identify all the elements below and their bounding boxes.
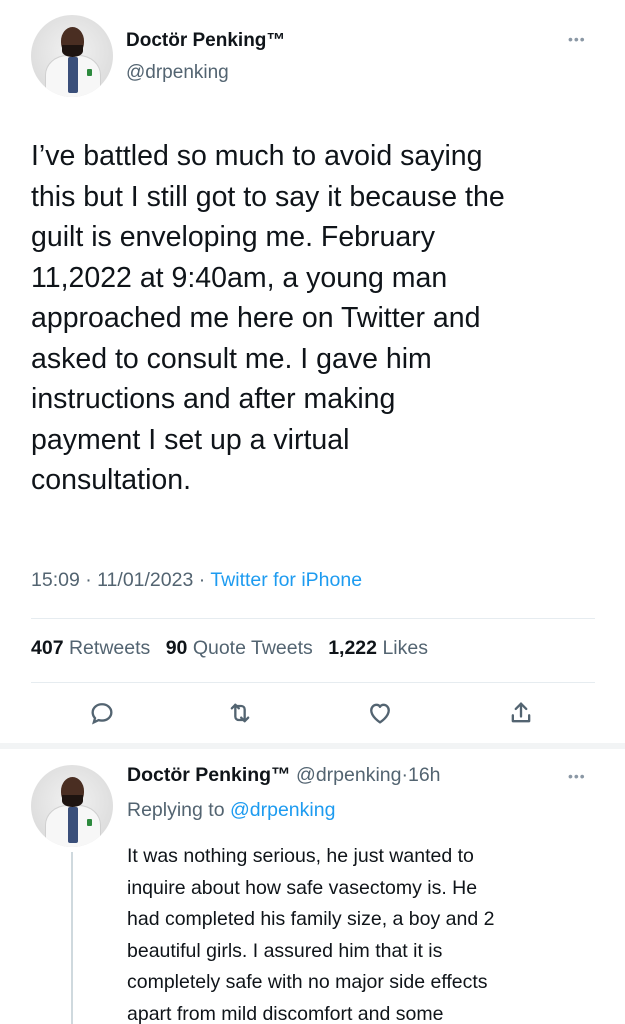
section-separator: [0, 743, 625, 749]
reply-author-avatar[interactable]: [31, 765, 113, 847]
tweet-date: 11/01/2023: [97, 569, 194, 591]
share-icon[interactable]: [507, 699, 535, 727]
reply-more-options-icon[interactable]: •••: [568, 768, 586, 784]
thread-line: [71, 852, 73, 1024]
quote-tweets-stat[interactable]: 90 Quote Tweets: [166, 637, 313, 659]
tweet-stats: 407 Retweets 90 Quote Tweets 1,222 Likes: [31, 637, 438, 660]
reply-icon[interactable]: [88, 699, 116, 727]
tweet-text: I’ve battled so much to avoid saying thi…: [31, 140, 505, 496]
avatar-badge: [87, 819, 92, 826]
author-name[interactable]: Doctör Penking™: [126, 30, 285, 52]
tweet-source-link[interactable]: Twitter for iPhone: [210, 569, 362, 591]
replying-to: Replying to @drpenking: [127, 799, 335, 822]
reply-header: Doctör Penking™ @drpenking·16h: [127, 764, 441, 787]
tweet-meta: 15:09 · 11/01/2023 · Twitter for iPhone: [31, 569, 362, 592]
divider: [31, 682, 595, 683]
replying-label: Replying to: [127, 799, 225, 821]
tweet-time: 15:09: [31, 569, 80, 591]
divider: [31, 618, 595, 619]
reply-age: 16h: [407, 764, 441, 786]
replying-mention-link[interactable]: @drpenking: [230, 799, 335, 821]
like-icon[interactable]: [366, 699, 394, 727]
avatar-beard: [62, 45, 83, 57]
meta-separator: ·: [198, 569, 206, 591]
retweets-stat[interactable]: 407 Retweets: [31, 637, 150, 659]
reply-author-name[interactable]: Doctör Penking™: [127, 764, 291, 786]
author-avatar[interactable]: [31, 15, 113, 97]
reply-text: It was nothing serious, he just wanted t…: [127, 845, 495, 1024]
avatar-shirt: [68, 807, 78, 843]
meta-separator: ·: [85, 569, 92, 591]
more-options-icon[interactable]: •••: [568, 31, 586, 47]
author-handle[interactable]: @drpenking: [126, 62, 229, 84]
avatar-shirt: [68, 57, 78, 93]
avatar-badge: [87, 69, 92, 76]
retweet-icon[interactable]: [226, 699, 254, 727]
likes-stat[interactable]: 1,222 Likes: [328, 637, 428, 659]
reply-author-handle[interactable]: @drpenking: [296, 764, 401, 786]
avatar-beard: [62, 795, 83, 807]
